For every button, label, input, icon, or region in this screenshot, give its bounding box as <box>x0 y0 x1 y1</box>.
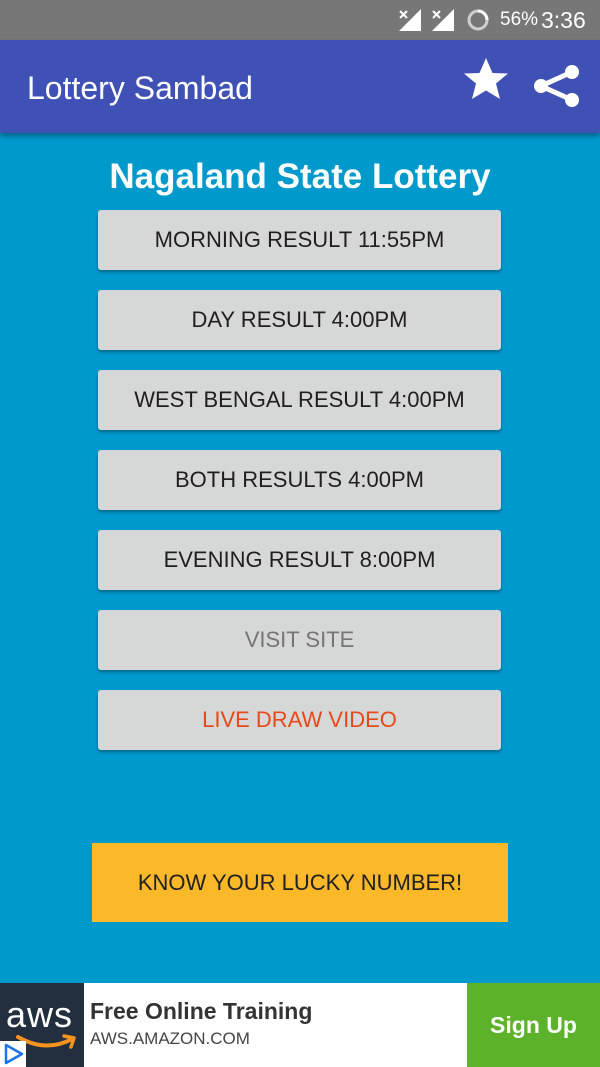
ad-url: AWS.AMAZON.COM <box>90 1029 250 1048</box>
signal-no-sim-icon <box>432 9 454 31</box>
both-results-button[interactable]: BOTH RESULTS 4:00PM <box>98 450 501 510</box>
page-title: Nagaland State Lottery <box>109 157 491 196</box>
lucky-number-button[interactable]: KNOW YOUR LUCKY NUMBER! <box>92 843 508 922</box>
battery-percent: 56% <box>500 9 539 30</box>
sign-up-button[interactable]: Sign Up <box>467 983 600 1067</box>
day-result-button[interactable]: DAY RESULT 4:00PM <box>98 290 501 350</box>
share-icon[interactable] <box>530 64 582 108</box>
app-bar: Lottery Sambad <box>0 40 600 133</box>
app-title: Lottery Sambad <box>27 70 253 106</box>
morning-result-button[interactable]: MORNING RESULT 11:55PM <box>98 210 501 270</box>
evening-result-button[interactable]: EVENING RESULT 8:00PM <box>98 530 501 590</box>
ad-choices-icon[interactable] <box>0 1041 26 1067</box>
aws-logo: aws <box>0 983 84 1067</box>
aws-logo-text: aws <box>6 994 74 1035</box>
status-bar: 56% 3:36 <box>0 0 600 40</box>
west-bengal-result-button[interactable]: WEST BENGAL RESULT 4:00PM <box>98 370 501 430</box>
clock: 3:36 <box>541 7 586 33</box>
ad-banner[interactable]: aws Free Online Training AWS.AMAZON.COM … <box>0 983 600 1067</box>
sync-icon <box>467 9 489 31</box>
live-draw-video-button[interactable]: LIVE DRAW VIDEO <box>98 690 501 750</box>
star-icon[interactable] <box>456 56 516 102</box>
ad-title: Free Online Training <box>90 998 313 1024</box>
signal-no-sim-icon <box>399 9 421 31</box>
visit-site-button[interactable]: VISIT SITE <box>98 610 501 670</box>
